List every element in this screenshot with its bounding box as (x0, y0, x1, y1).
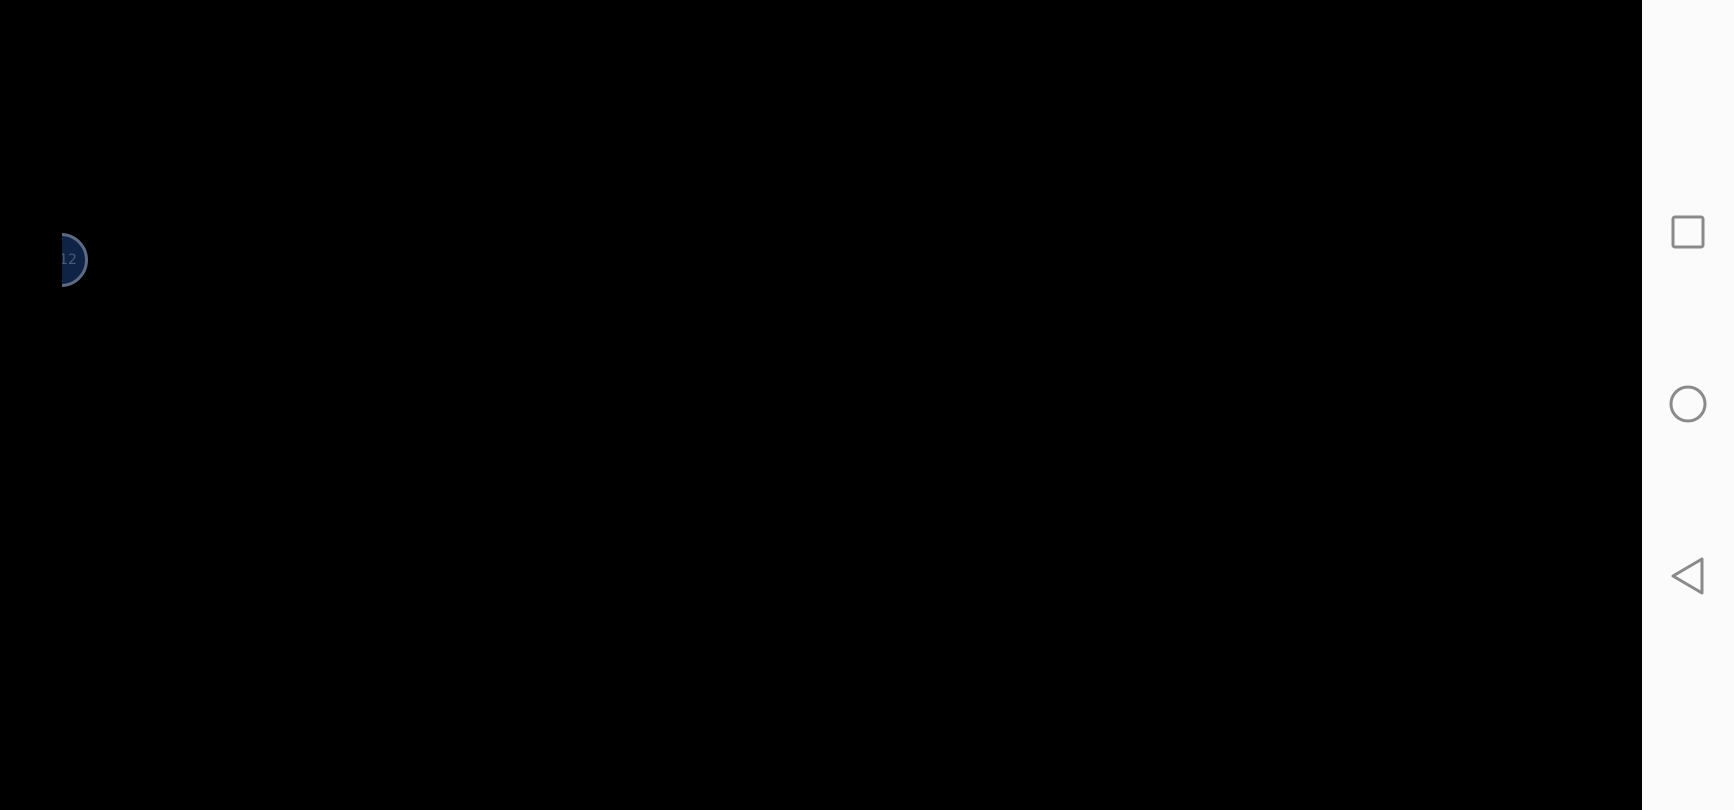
home-button[interactable] (1658, 374, 1718, 434)
circle-icon (1669, 385, 1707, 423)
navigation-bar (1642, 0, 1734, 810)
recents-button[interactable] (1658, 202, 1718, 262)
triangle-left-icon (1671, 557, 1704, 595)
app-content-area: 12 (0, 0, 1642, 810)
edge-mask (0, 0, 62, 810)
back-button[interactable] (1658, 546, 1718, 606)
square-icon (1671, 215, 1705, 249)
screen: 12 (0, 0, 1734, 810)
